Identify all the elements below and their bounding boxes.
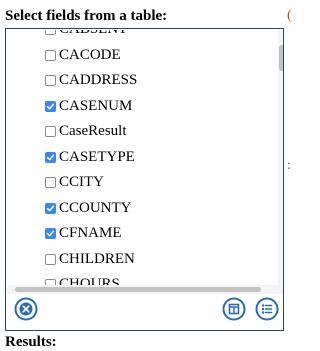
field-item[interactable]: CCOUNTY [7,196,279,222]
results-label: Results: [5,334,57,350]
field-item[interactable]: CFNAME [7,221,279,247]
field-list: CABSENT CACODE CADDRESS CASENUM CaseResult CA… [7,30,279,285]
field-item[interactable]: CADDRESS [7,68,279,94]
field-item[interactable]: CaseResult [7,119,279,145]
field-label: CCOUNTY [59,199,132,216]
close-circle-icon [14,297,38,321]
field-item[interactable]: CASETYPE [7,145,279,171]
checkbox-unchecked[interactable] [45,30,56,36]
table-view-button[interactable] [222,297,246,321]
checkbox-checked[interactable] [45,151,56,163]
checkbox-checked[interactable] [45,228,56,240]
checkbox-unchecked[interactable] [45,253,56,265]
checkbox-unchecked[interactable] [45,126,56,138]
field-label: CaseResult [59,123,127,140]
horizontal-scroll-thumb[interactable] [15,287,261,292]
edge-fragment-top: ( [287,8,292,23]
field-item[interactable]: CCITY [7,170,279,196]
field-list-viewport[interactable]: CABSENT CACODE CADDRESS CASENUM CaseResult CA… [7,30,279,285]
field-label: CFNAME [59,225,122,242]
list-view-icon [255,297,279,321]
field-item[interactable]: CASENUM [7,94,279,120]
field-label: CABSENT [59,30,127,38]
field-item[interactable]: CHOURS [7,272,279,285]
checkmark-icon [46,205,55,212]
fields-heading: Select fields from a table: [5,8,168,24]
checkbox-unchecked[interactable] [45,177,56,189]
checkbox-unchecked[interactable] [45,75,56,87]
horizontal-scrollbar[interactable] [7,285,278,294]
field-label: CADDRESS [59,72,138,89]
checkbox-checked[interactable] [45,100,56,112]
table-view-icon [222,297,246,321]
field-label: CCITY [59,174,104,191]
checkmark-icon [46,230,55,237]
field-label: CASETYPE [59,148,135,165]
field-label: CHOURS [59,276,120,285]
vertical-scroll-thumb[interactable] [279,45,283,71]
checkmark-icon [46,103,55,110]
checkbox-checked[interactable] [45,202,56,214]
edge-fragment-middle: : [287,158,291,173]
field-item[interactable]: CABSENT [7,30,279,43]
field-item[interactable]: CHILDREN [7,247,279,273]
checkmark-icon [46,154,55,161]
field-label: CASENUM [59,97,133,114]
scrollbar-corner [278,285,283,294]
field-item[interactable]: CACODE [7,43,279,69]
clear-selection-button[interactable] [14,297,38,321]
checkbox-unchecked[interactable] [45,49,56,61]
list-view-button[interactable] [255,297,279,321]
field-label: CACODE [59,46,121,63]
field-selector-panel: CABSENT CACODE CADDRESS CASENUM CaseResult CA… [5,28,284,331]
field-label: CHILDREN [59,250,135,267]
vertical-scrollbar[interactable] [278,30,283,285]
